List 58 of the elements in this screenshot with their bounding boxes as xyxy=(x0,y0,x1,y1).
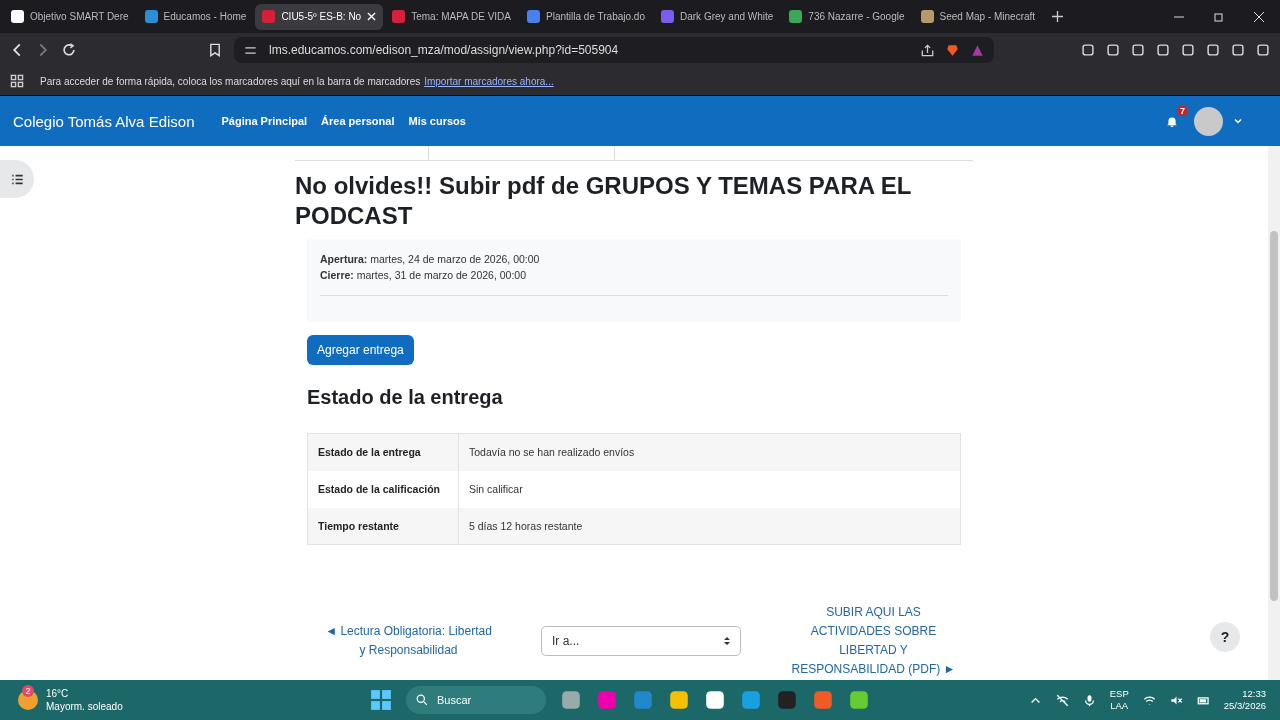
clock-date[interactable]: 25/3/2026 xyxy=(1223,700,1266,712)
weather-text: Mayorm. soleado xyxy=(46,700,123,713)
section-heading: Estado de la entrega xyxy=(307,386,504,409)
row-label: Estado de la entrega xyxy=(307,433,459,471)
list-icon xyxy=(10,172,24,186)
network-icon[interactable] xyxy=(1055,693,1069,707)
bookmark-icon[interactable] xyxy=(208,43,222,57)
browser-tab[interactable]: Dark Grey and White xyxy=(654,3,781,30)
chevron-down-icon[interactable] xyxy=(1233,116,1243,126)
browser-tab[interactable]: Seed Map - Minecraft xyxy=(913,3,1043,30)
triangle-icon[interactable] xyxy=(971,43,984,57)
weather-badge: 2 xyxy=(22,685,34,697)
scrollbar[interactable] xyxy=(1268,146,1280,680)
taskbar-search[interactable]: Buscar xyxy=(406,686,546,714)
address-bar[interactable]: lms.educamos.com/edison_mza/mod/assign/view.php?id=505904 xyxy=(234,37,994,63)
bookmarks-hint: Para acceder de forma rápida, coloca los marcadores aquí en la barra de marcadores xyxy=(40,75,421,87)
assignment-title: No olvides!! Subir pdf de GRUPOS Y TEMAS PARA EL PODCAST xyxy=(295,171,913,231)
next-activity-link[interactable]: SUBIR AQUI LAS ACTIVIDADES SOBRE LIBERTAD Y RESPONSABILIDAD (PDF) ► xyxy=(786,603,961,679)
table-cell: 5 días 12 horas restante xyxy=(458,507,961,545)
row-label: Estado de la calificación xyxy=(307,470,459,508)
drawer-toggle[interactable] xyxy=(0,160,34,198)
add-submission-button[interactable]: Agregar entrega xyxy=(307,335,414,365)
avatar-icon[interactable] xyxy=(1194,106,1223,136)
microphone-icon[interactable] xyxy=(1082,693,1096,707)
row-label: Tiempo restante xyxy=(307,507,459,545)
sort-icon xyxy=(722,636,732,646)
new-tab-icon[interactable] xyxy=(1052,11,1064,22)
bell-icon[interactable] xyxy=(1166,115,1178,127)
start-icon[interactable] xyxy=(370,689,392,711)
language[interactable]: ESP xyxy=(1109,688,1129,700)
notification-count: 7 xyxy=(1178,106,1187,116)
apps-icon[interactable] xyxy=(10,74,24,88)
browser-tab[interactable]: Tema: MAPA DE VIDA xyxy=(385,3,518,30)
date-line: Apertura: martes, 24 de marzo de 2026, 00:00 xyxy=(320,252,541,267)
temperature: 16°C xyxy=(46,687,70,700)
browser-tab[interactable]: Objetivo SMART Dere xyxy=(4,3,136,30)
table-cell: Sin calificar xyxy=(458,470,961,508)
previous-activity-link[interactable]: ◄ Lectura Obligatoria: Libertad y Responsabilidad xyxy=(321,622,496,660)
restore-icon[interactable] xyxy=(1214,11,1224,22)
close-icon[interactable] xyxy=(1254,11,1264,22)
date-line: Cierre: martes, 31 de marzo de 2026, 00:00 xyxy=(320,268,528,283)
site-name[interactable]: Colegio Tomás Alva Edison xyxy=(13,112,195,130)
import-bookmarks-link[interactable]: Importar marcadores ahora... xyxy=(424,75,554,87)
search-icon xyxy=(416,694,428,706)
browser-tab[interactable]: Plantilla de Trabajo.do xyxy=(520,3,652,30)
browser-tab[interactable]: 736 Nazarre - Google xyxy=(782,3,912,30)
help-button[interactable]: ? xyxy=(1210,622,1240,652)
reload-icon[interactable] xyxy=(62,43,76,57)
browser-tab[interactable]: Educamos - Home xyxy=(137,3,254,30)
share-icon[interactable] xyxy=(921,43,934,57)
nav-link[interactable]: Área personal xyxy=(321,115,395,127)
nav-link[interactable]: Mis cursos xyxy=(408,115,466,127)
nav-link[interactable]: Página Principal xyxy=(221,115,308,127)
clock-time[interactable]: 12:33 xyxy=(1242,688,1266,700)
table-cell: Todavía no se han realizado envíos xyxy=(458,433,961,471)
browser-tab[interactable]: CIU5-5º ES-B: No xyxy=(255,3,384,30)
jump-to-select[interactable]: Ir a... xyxy=(541,626,741,656)
keyboard-layout[interactable]: LAA xyxy=(1110,700,1129,712)
